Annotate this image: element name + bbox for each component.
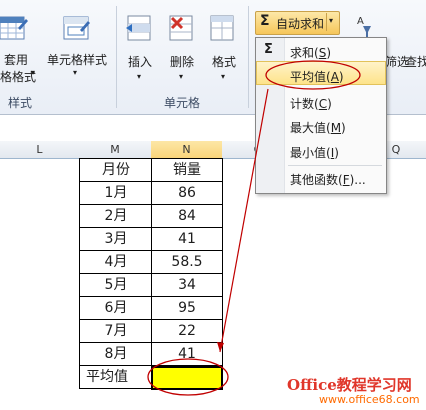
annotation-arrow	[219, 88, 269, 353]
watermark-url: www.office68.com	[319, 393, 420, 406]
annotation-layer	[147, 60, 361, 396]
highlight-ellipse-average	[265, 60, 361, 90]
arrow-head-icon	[217, 342, 224, 352]
highlight-ellipse-result	[147, 358, 229, 396]
watermark-title: Office教程学习网	[287, 376, 412, 394]
